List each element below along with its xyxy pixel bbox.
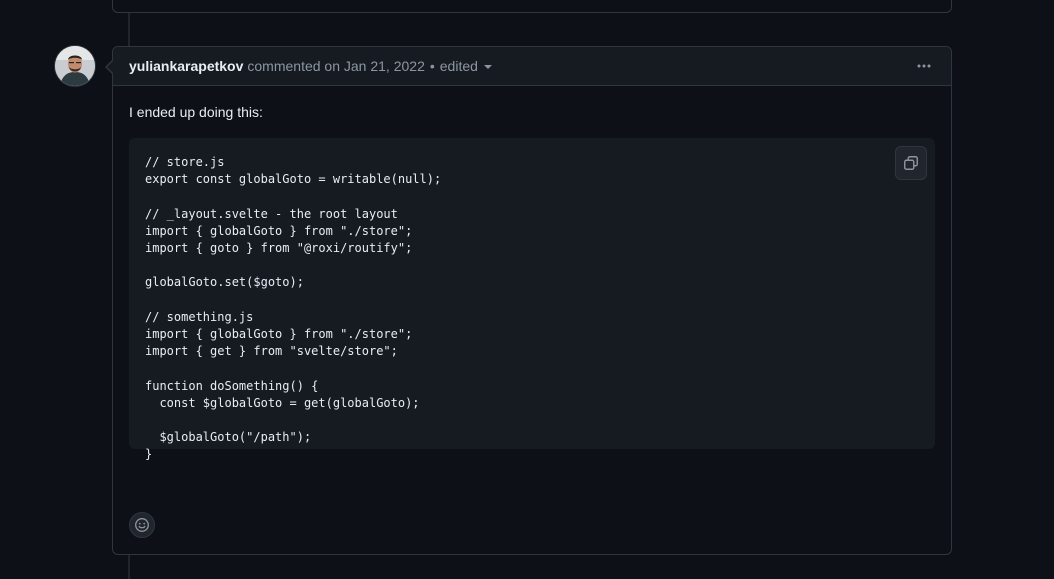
comment-body: I ended up doing this: // store.js expor… [113,86,951,465]
copy-icon [904,156,918,170]
comment-header: yuliankarapetkov commented on Jan 21, 20… [113,47,951,86]
copy-button[interactable] [895,146,927,180]
edited-history-dropdown[interactable]: edited [440,58,492,74]
triangle-down-icon [483,65,492,69]
code-content: // store.js export const globalGoto = wr… [145,155,442,462]
comment-author[interactable]: yuliankarapetkov [129,58,243,74]
smiley-icon [135,518,149,532]
comment-box: yuliankarapetkov commented on Jan 21, 20… [105,46,952,555]
comment-timestamp-link[interactable]: Jan 21, 2022 [344,58,425,74]
issue-timeline: yuliankarapetkov commented on Jan 21, 20… [0,0,1054,579]
meta-separator: • [429,58,435,74]
code-block: // store.js export const globalGoto = wr… [129,138,935,461]
comment-options-button[interactable] [913,56,935,76]
avatar-image [55,46,95,86]
avatar[interactable] [55,46,95,86]
edited-label: edited [439,58,478,74]
comment-meta: commented on Jan 21, 2022 [247,58,424,74]
comment-action: commented on [247,58,340,74]
kebab-horizontal-icon [917,64,931,68]
reactions-bar [129,512,155,538]
comment-text: I ended up doing this: [129,104,263,120]
add-reaction-button[interactable] [129,512,155,538]
previous-comment-box [112,0,952,13]
